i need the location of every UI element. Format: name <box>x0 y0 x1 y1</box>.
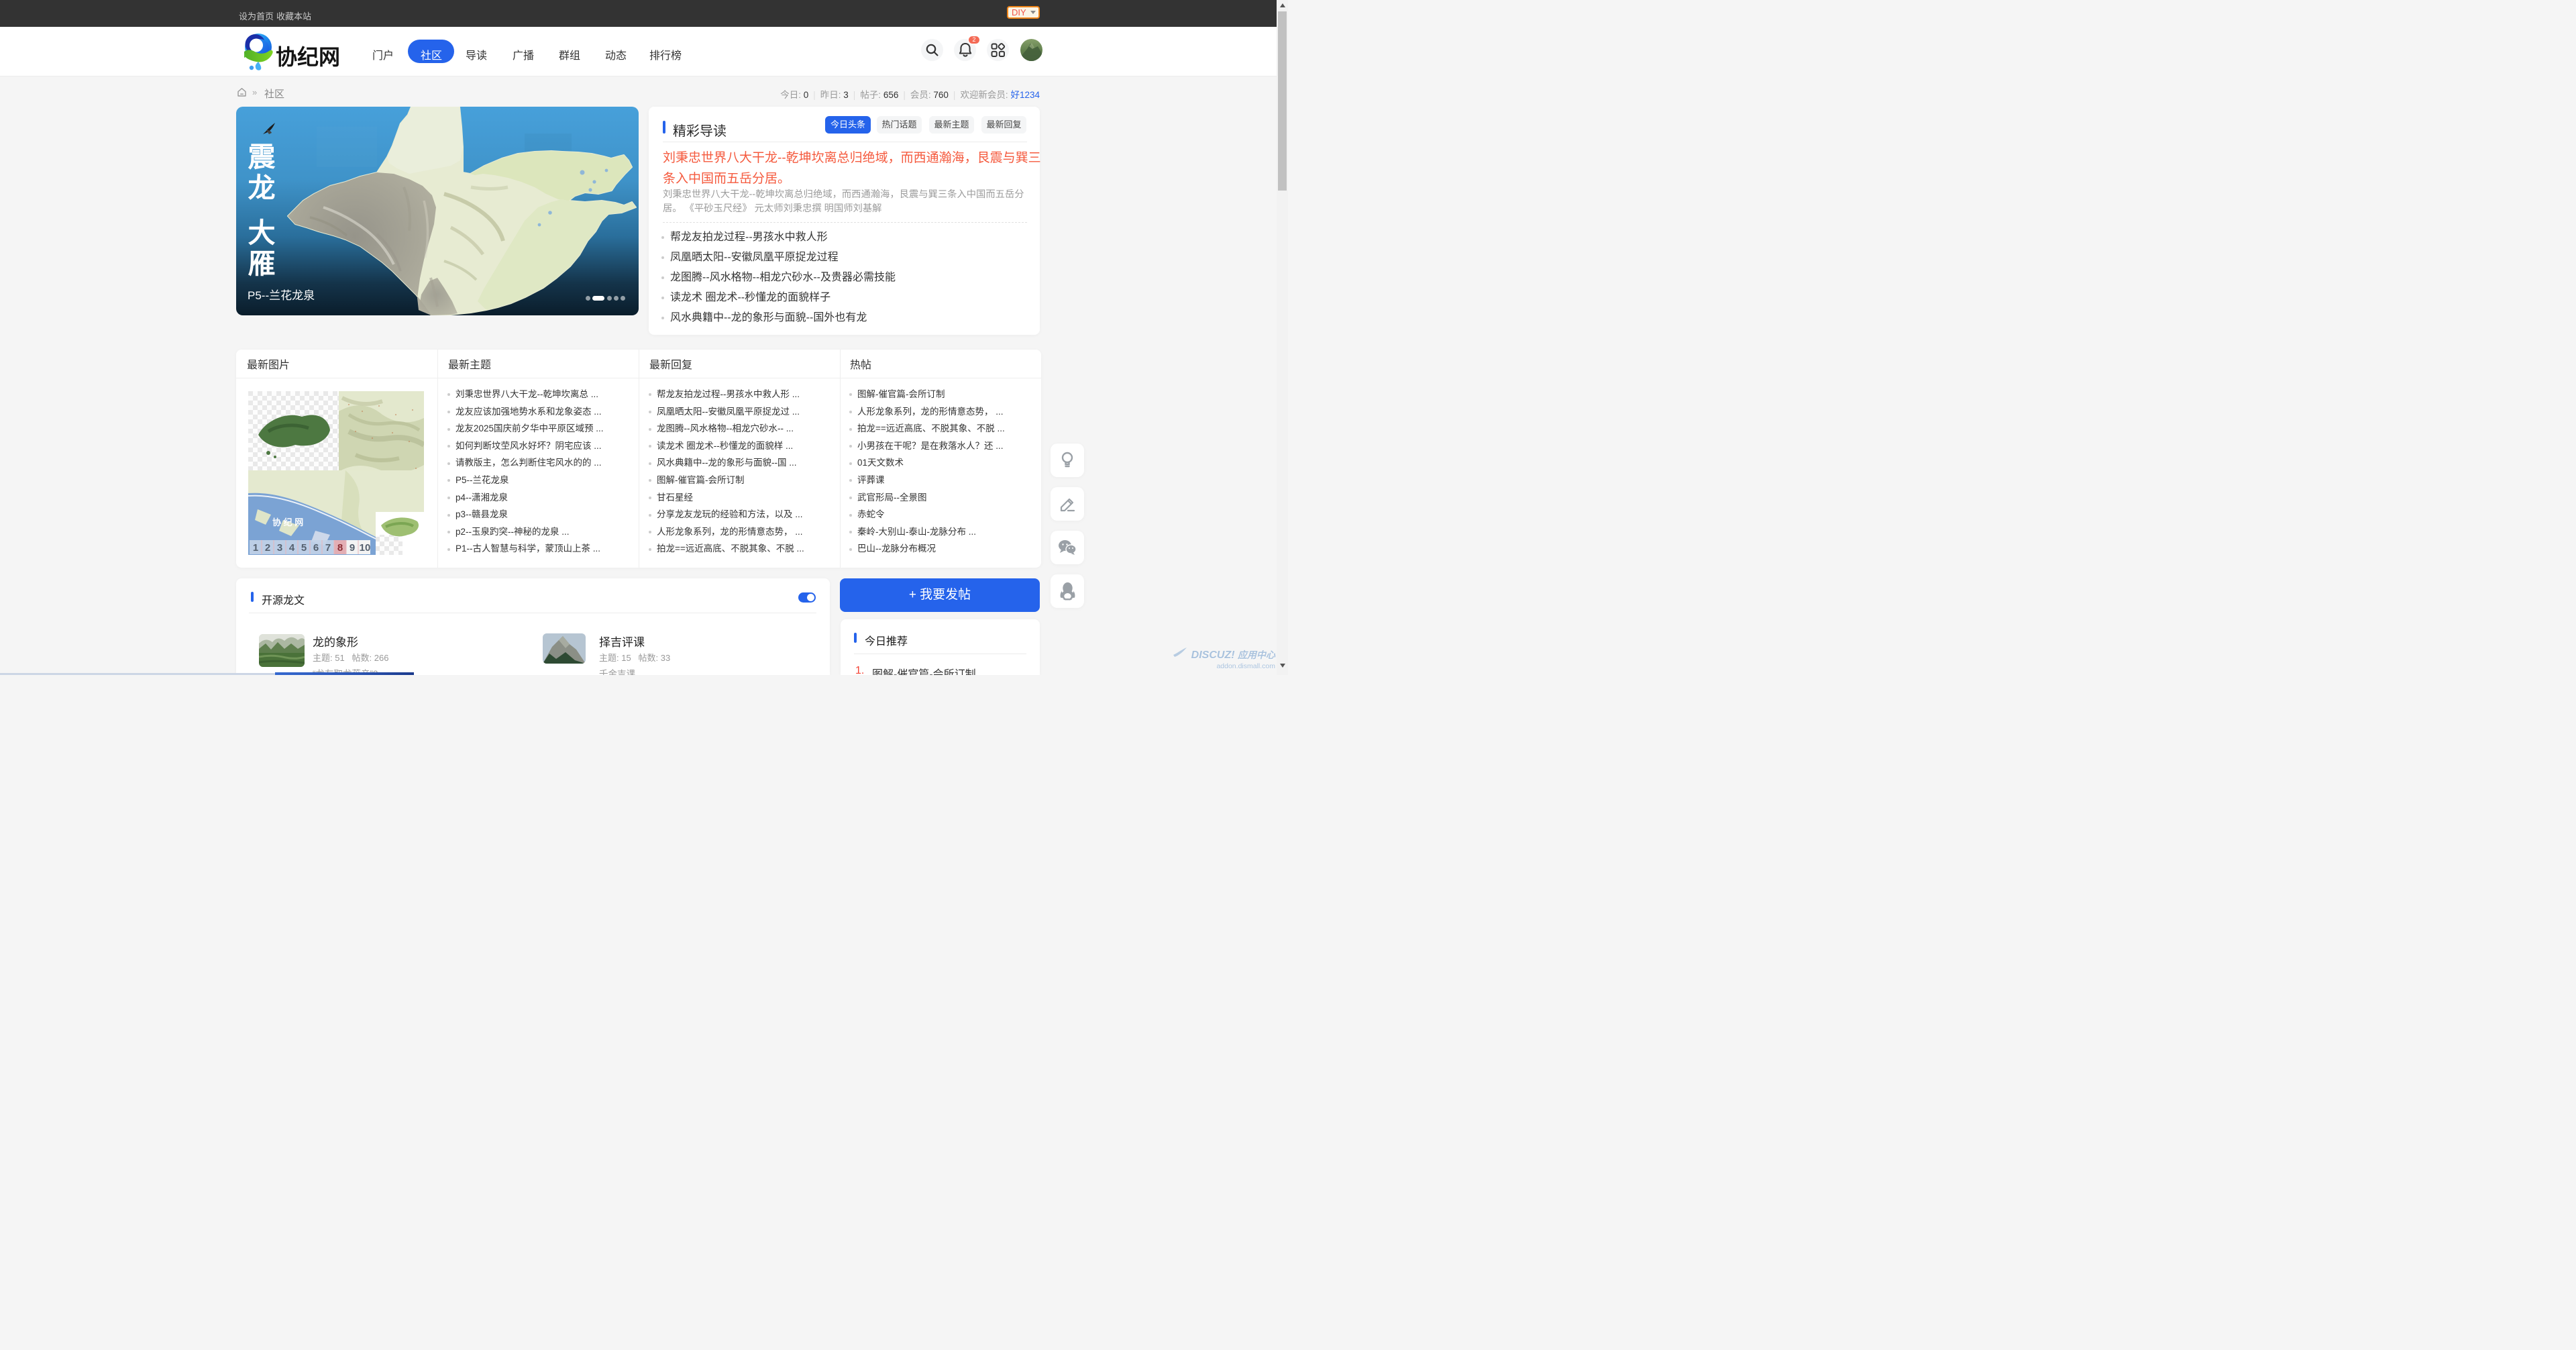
svg-text:2: 2 <box>265 542 270 554</box>
svg-text:8: 8 <box>337 542 343 554</box>
svg-text:协 纪 网: 协 纪 网 <box>272 517 303 527</box>
svg-text:7: 7 <box>325 542 331 554</box>
svg-text:1: 1 <box>253 542 258 554</box>
svg-text:10: 10 <box>360 542 371 554</box>
svg-text:5: 5 <box>301 542 307 554</box>
svg-text:4: 4 <box>289 542 295 554</box>
svg-text:3: 3 <box>277 542 282 554</box>
svg-text:6: 6 <box>313 542 319 554</box>
svg-text:9: 9 <box>350 542 355 554</box>
